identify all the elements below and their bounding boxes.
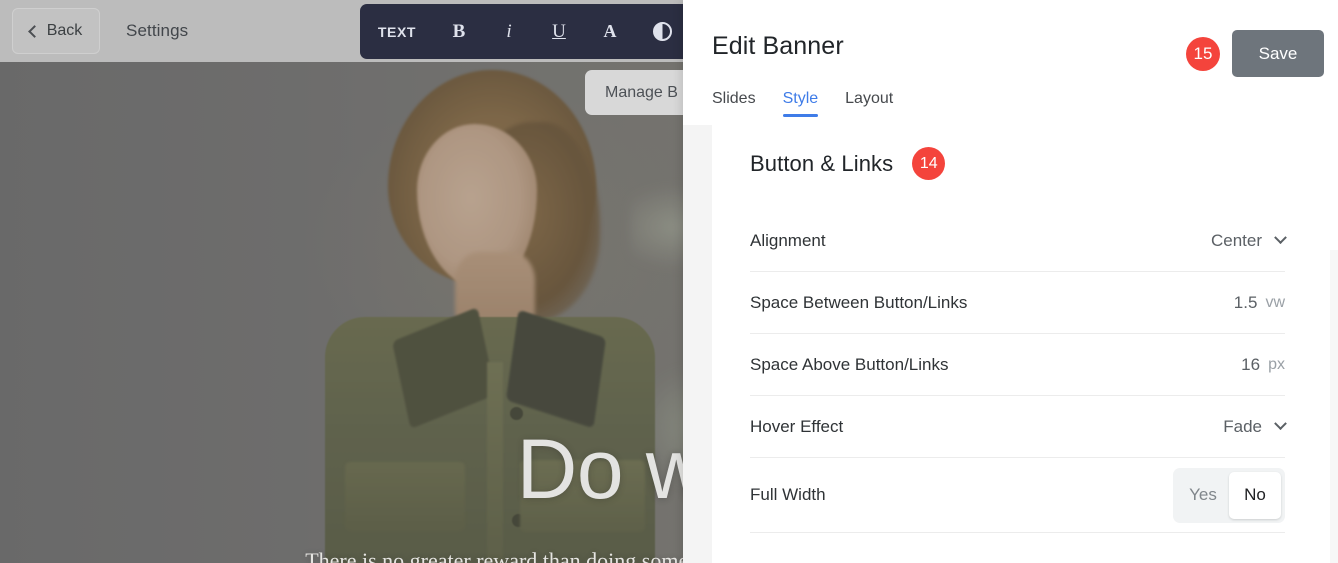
chevron-down-icon (1274, 417, 1287, 431)
space-between-unit: vw (1265, 293, 1285, 311)
alignment-value-text: Center (1210, 230, 1262, 250)
status-badge-section: 14 (912, 147, 946, 180)
contrast-button[interactable] (636, 22, 688, 41)
setting-row-alignment[interactable]: Alignment Center (750, 210, 1287, 272)
toggle-option-no[interactable]: No (1229, 471, 1281, 519)
setting-row-space-between[interactable]: Space Between Button/Links 1.5 vw (750, 272, 1285, 334)
hover-effect-value-text: Fade (1223, 416, 1262, 436)
space-above-value-text: 16 (1241, 354, 1261, 374)
setting-label-space-between: Space Between Button/Links (750, 292, 968, 312)
setting-value-space-above[interactable]: 16 px (1241, 355, 1285, 375)
italic-button[interactable]: i (484, 21, 534, 43)
text-format-toolbar: TEXT B i U A (360, 4, 690, 59)
setting-value-hover-effect[interactable]: Fade (1223, 416, 1287, 437)
toggle-option-yes[interactable]: Yes (1177, 472, 1229, 519)
space-between-value-text: 1.5 (1233, 292, 1258, 312)
manage-banner-label: Manage B (605, 83, 678, 101)
setting-row-full-width: Full Width Yes No (750, 458, 1285, 533)
contrast-icon (652, 22, 672, 41)
setting-row-space-above[interactable]: Space Above Button/Links 16 px (750, 334, 1285, 396)
tab-style[interactable]: Style (782, 88, 818, 125)
save-button[interactable]: Save (1232, 30, 1324, 77)
setting-value-alignment[interactable]: Center (1210, 230, 1287, 251)
panel-scrollbar[interactable] (1330, 250, 1338, 563)
back-button[interactable]: Back (12, 8, 100, 54)
save-button-label: Save (1258, 43, 1298, 63)
panel-header: Edit Banner 15 Save (683, 0, 1338, 88)
space-above-unit: px (1268, 355, 1285, 373)
settings-card: Button & Links 14 Alignment Center Space… (712, 125, 1338, 563)
status-badge-header: 15 (1186, 37, 1220, 71)
app-root: Back Settings TEXT B i U A Do what There… (0, 0, 1338, 563)
setting-label-full-width: Full Width (750, 485, 826, 504)
setting-label-alignment: Alignment (750, 230, 826, 250)
setting-label-space-above: Space Above Button/Links (750, 354, 949, 374)
settings-label: Settings (126, 21, 189, 40)
chevron-down-icon (1274, 231, 1287, 245)
bold-button[interactable]: B (434, 21, 484, 43)
panel-tabs: Slides Style Layout (683, 88, 1338, 125)
page-title: Edit Banner (712, 32, 844, 60)
tab-layout[interactable]: Layout (845, 88, 893, 125)
edit-banner-panel: Edit Banner 15 Save Slides Style Layout … (683, 0, 1338, 563)
text-style-button[interactable]: TEXT (360, 24, 434, 40)
chevron-left-icon (27, 24, 41, 38)
setting-value-space-between[interactable]: 1.5 vw (1234, 293, 1285, 313)
tab-slides[interactable]: Slides (712, 88, 756, 125)
font-color-button[interactable]: A (584, 21, 636, 42)
settings-rows: Alignment Center Space Between Button/Li… (750, 210, 1287, 533)
setting-label-hover-effect: Hover Effect (750, 416, 844, 436)
full-width-toggle[interactable]: Yes No (1173, 467, 1285, 523)
back-button-label: Back (46, 22, 83, 39)
manage-banner-button[interactable]: Manage B (585, 70, 698, 115)
setting-row-hover-effect[interactable]: Hover Effect Fade (750, 396, 1287, 458)
underline-button[interactable]: U (534, 21, 584, 43)
panel-body: Button & Links 14 Alignment Center Space… (683, 125, 1338, 563)
section-header: Button & Links 14 (750, 147, 946, 180)
section-title: Button & Links (750, 150, 894, 176)
